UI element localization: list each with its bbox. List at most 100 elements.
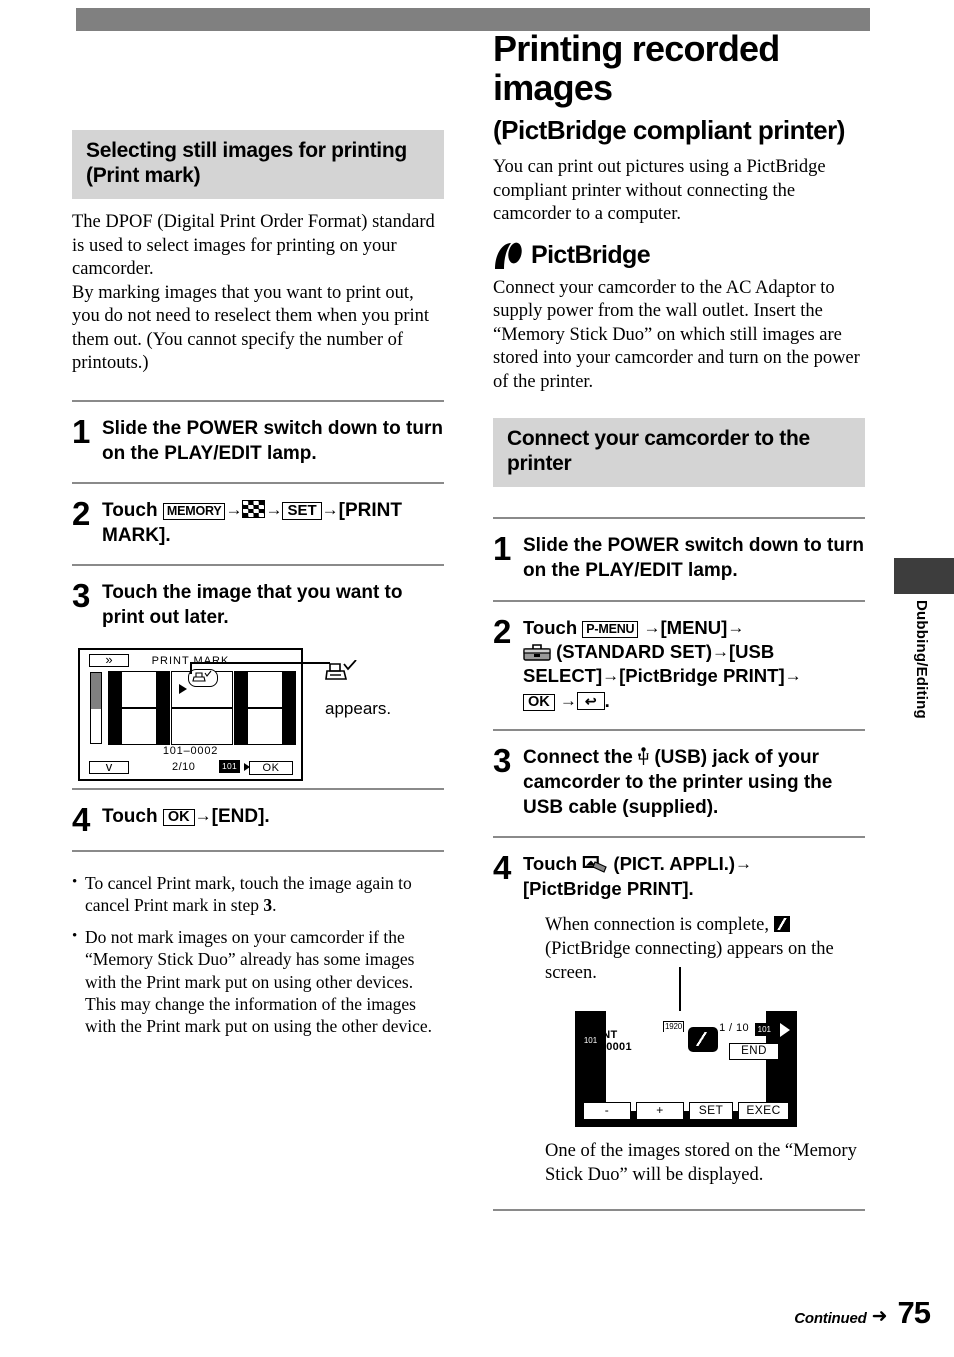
arrow-icon: → — [321, 499, 339, 519]
lcd-resolution-badge: 1920 — [663, 1021, 684, 1033]
left-intro-paragraph-1: The DPOF (Digital Print Order Format) st… — [72, 212, 435, 280]
arrow-icon: → — [735, 854, 753, 874]
thumbnail-item[interactable] — [108, 707, 170, 745]
page-footer: Continued ➜ 75 — [794, 1295, 931, 1331]
step-number: 2 — [72, 494, 91, 532]
pictbridge-paragraph: Connect your camcorder to the AC Adaptor… — [493, 277, 860, 392]
note-text: To cancel Print mark, touch the image ag… — [85, 873, 412, 916]
left-section-heading: Selecting still images for printing (Pri… — [72, 130, 444, 200]
bullet-icon: • — [72, 874, 78, 891]
lcd-folder-badge: 101 — [219, 759, 241, 773]
step-number: 3 — [72, 576, 91, 614]
step-text: Touch (PICT. APPLI.)→ [PictBridge PRINT]… — [519, 852, 865, 901]
touch-label: Touch — [102, 805, 158, 827]
pict-appli-icon[interactable] — [582, 854, 608, 874]
lcd-ok-button[interactable]: OK — [249, 760, 293, 775]
left-step-1: 1 Slide the POWER switch down to turn on… — [72, 402, 444, 482]
note-text: Do not mark images on your camcorder if … — [85, 926, 433, 1037]
thumbnail-item[interactable] — [171, 707, 233, 745]
pictbridge-logo-text: PictBridge — [531, 241, 651, 270]
thumbnail-item[interactable] — [234, 670, 296, 708]
return-button-chip[interactable]: ↩ — [576, 691, 605, 710]
thumbnail-item[interactable] — [108, 670, 170, 708]
pict-appli-label: (PICT. APPLI.) — [613, 853, 736, 875]
thumbnail-grid — [108, 668, 298, 745]
print-mark-badge-icon — [188, 668, 218, 687]
step-text: Touch MEMORY → → SET →[PRINT MARK]. — [98, 498, 444, 548]
arrow-icon: → — [712, 641, 730, 661]
pictbridge-print-label: [PictBridge PRINT]. — [523, 877, 694, 899]
p-menu-button-chip[interactable]: P-MENU — [582, 620, 639, 638]
menu-label: [MENU] — [660, 616, 728, 638]
lcd-set-button[interactable]: SET — [689, 1102, 733, 1121]
standard-set-label: (STANDARD SET) — [556, 640, 713, 662]
arrow-icon: → — [194, 805, 212, 825]
trailing-period: . — [604, 689, 610, 711]
lcd-end-button[interactable]: END — [729, 1043, 779, 1061]
step-text: Touch the image that you want to print o… — [102, 581, 403, 628]
step-number: 3 — [493, 742, 512, 780]
right-step-3: 3 Connect the (USB) jack of your camcord… — [493, 731, 865, 836]
arrow-icon: → — [727, 617, 745, 637]
ok-button-chip[interactable]: OK — [162, 808, 195, 827]
lcd-minus-button[interactable]: - — [583, 1102, 631, 1121]
note-text-end: . — [272, 895, 277, 916]
lcd-filename: 101–0002 — [162, 744, 219, 757]
print-mark-screen-illustration: » PRINT MARK 101–0002 v 2/10 101 OK appe… — [72, 647, 445, 788]
divider — [72, 850, 444, 853]
checkerboard-icon[interactable] — [242, 499, 266, 518]
continued-arrow-icon: ➜ — [871, 1306, 888, 1327]
lcd-image-count: 2/10 — [172, 760, 196, 773]
lcd-button-row: - + SET EXEC — [583, 1102, 789, 1121]
play-marker-icon — [179, 684, 187, 695]
arrow-icon: → — [225, 499, 243, 519]
note-item: • To cancel Print mark, touch the image … — [72, 872, 444, 917]
step-number: 2 — [493, 612, 512, 650]
callout-text: appears. — [325, 698, 392, 718]
step-text: Touch P-MENU →[MENU]→ (STANDARD SET)→[US… — [519, 616, 865, 714]
pictbridge-print-label: [PictBridge PRINT] — [619, 665, 785, 687]
note-step-ref: 3 — [263, 895, 273, 916]
toolbox-icon[interactable] — [523, 642, 551, 662]
next-image-arrow-inner-icon — [780, 1023, 790, 1038]
page-title: Printing recorded images — [493, 28, 780, 108]
continued-label: Continued — [794, 1310, 867, 1327]
left-step-3: 3 Touch the image that you want to print… — [72, 566, 444, 634]
lcd-exec-button[interactable]: EXEC — [738, 1102, 789, 1121]
step-number: 1 — [493, 530, 512, 568]
page-subtitle: (PictBridge compliant printer) — [493, 114, 845, 145]
bullet-icon: • — [72, 927, 78, 944]
step-number: 4 — [72, 800, 91, 838]
left-intro-paragraph-2: By marking images that you want to print… — [72, 282, 430, 374]
note-text-before: When connection is complete, — [545, 915, 774, 936]
left-step-4: 4 Touch OK →[END]. — [72, 790, 444, 850]
print-mark-printer-icon — [325, 659, 357, 680]
step-number: 1 — [72, 412, 91, 450]
memory-button-chip[interactable]: MEMORY — [162, 502, 226, 521]
scrollbar-thumb[interactable] — [91, 672, 101, 709]
printer-callout: appears. — [325, 659, 445, 719]
set-button-chip[interactable]: SET — [282, 501, 322, 520]
right-step-2: 2 Touch P-MENU →[MENU]→ (STANDARD SET)→[… — [493, 602, 865, 730]
lcd-screen-pictbridge: PRINT 101-0001 101 1920 1 / 10 101 END -… — [575, 1011, 797, 1128]
step-bracket-text: [END]. — [211, 805, 270, 827]
edge-tab-marker — [894, 558, 954, 594]
lcd-folder-overlay-badge: 101 — [582, 1035, 599, 1049]
arrow-icon: → — [265, 499, 283, 519]
scroll-down-button[interactable]: v — [89, 760, 129, 774]
lcd-plus-button[interactable]: + — [636, 1102, 684, 1121]
thumbnail-item[interactable] — [234, 707, 296, 745]
arrow-icon: → — [602, 666, 620, 686]
step-text: Slide the POWER switch down to turn on t… — [523, 535, 864, 582]
note-text-after: (PictBridge connecting) appears on the s… — [545, 939, 834, 984]
arrow-icon: → — [643, 617, 661, 637]
scrollbar[interactable] — [90, 671, 102, 744]
left-column: Selecting still images for printing (Pri… — [72, 130, 444, 1047]
thumbnail-item-selected[interactable] — [171, 668, 233, 708]
touch-label: Touch — [102, 499, 158, 521]
pictbridge-screen-illustration: PRINT 101-0001 101 1920 1 / 10 101 END -… — [493, 967, 865, 1128]
step-text: Connect the (USB) jack of your camcorder… — [519, 745, 865, 820]
page-number: 75 — [897, 1295, 931, 1330]
ok-button-chip[interactable]: OK — [523, 693, 555, 712]
step-4-note: When connection is complete, (PictBridge… — [545, 913, 865, 985]
